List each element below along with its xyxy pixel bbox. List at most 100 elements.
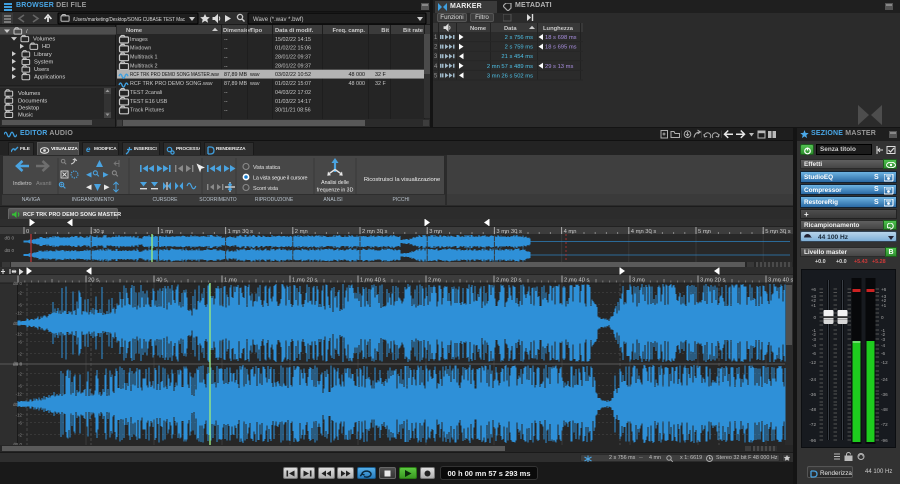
svg-text:1 mn: 1 mn: [160, 229, 173, 235]
svg-text:3 mn 30 s: 3 mn 30 s: [496, 229, 522, 235]
svg-text:-48: -48: [809, 407, 816, 412]
svg-text:Desktop: Desktop: [18, 105, 39, 111]
svg-text:30/11/21 08:56: 30/11/21 08:56: [275, 108, 311, 114]
svg-text:48 000: 48 000: [349, 72, 366, 78]
svg-text:2 s 756 ms: 2 s 756 ms: [505, 35, 533, 41]
svg-text:Nome: Nome: [126, 28, 143, 34]
svg-text:1 mn 30 s: 1 mn 30 s: [228, 229, 254, 235]
svg-text:Data: Data: [504, 26, 517, 32]
svg-text:Library: Library: [34, 52, 52, 58]
svg-text:RCF TRK PRO DEMO SONG MASTER.w: RCF TRK PRO DEMO SONG MASTER.wav: [130, 72, 219, 78]
svg-text:-24: -24: [809, 377, 816, 382]
svg-text:87,89 MB: 87,89 MB: [224, 81, 247, 87]
svg-text:15/02/22 14:15: 15/02/22 14:15: [275, 37, 311, 43]
svg-text:87,89 MB: 87,89 MB: [224, 72, 247, 78]
svg-text:4: 4: [434, 64, 438, 70]
svg-text:3 mn 26 s 502 ms: 3 mn 26 s 502 ms: [487, 73, 533, 79]
svg-text:2 mn 57 s 489 ms: 2 mn 57 s 489 ms: [487, 64, 533, 70]
svg-text:Music: Music: [18, 113, 33, 119]
svg-text:-6: -6: [18, 421, 22, 426]
svg-text:5 mn 30 s: 5 mn 30 s: [765, 229, 791, 235]
svg-text:-48: -48: [881, 407, 888, 412]
svg-text:TEST E16 USB: TEST E16 USB: [130, 99, 168, 105]
svg-text:-12: -12: [16, 332, 23, 337]
svg-text:1: 1: [434, 35, 438, 41]
svg-text:Multitrack 1: Multitrack 1: [130, 55, 158, 61]
svg-text:48 000: 48 000: [349, 81, 366, 87]
svg-text:Volumes: Volumes: [18, 91, 40, 97]
svg-text:Users: Users: [34, 67, 49, 73]
svg-text:01/03/22 14:17: 01/03/22 14:17: [275, 99, 311, 105]
svg-text:-6: -6: [18, 384, 22, 389]
svg-text:dB 0: dB 0: [5, 236, 15, 241]
svg-text:HD: HD: [42, 44, 50, 50]
svg-text:--: --: [224, 63, 228, 69]
svg-text:-3: -3: [812, 337, 817, 342]
svg-text:-96: -96: [809, 438, 816, 443]
svg-text:--: --: [224, 99, 228, 105]
svg-text:Wave (*.wav *.bwf): Wave (*.wav *.bwf): [253, 17, 303, 23]
svg-text:Data di modif.: Data di modif.: [275, 28, 314, 34]
svg-text:-2: -2: [18, 433, 22, 438]
svg-text:-36: -36: [881, 392, 888, 397]
svg-text:21 s 454 ms: 21 s 454 ms: [501, 54, 533, 60]
svg-text:Nome: Nome: [470, 26, 487, 32]
svg-text:--: --: [224, 55, 228, 61]
svg-text:--: --: [224, 90, 228, 96]
svg-text:2 s 759 ms: 2 s 759 ms: [505, 45, 533, 51]
svg-text:Applications: Applications: [34, 75, 65, 81]
svg-text:18 s 695 ms: 18 s 695 ms: [545, 45, 577, 51]
svg-text:dB 0: dB 0: [13, 362, 23, 367]
svg-text:dB 0: dB 0: [5, 248, 15, 253]
svg-text:04/03/22 17:02: 04/03/22 17:02: [275, 90, 311, 96]
svg-text:32 F: 32 F: [375, 81, 386, 87]
svg-text:3 mn: 3 mn: [429, 229, 442, 235]
svg-text:-12: -12: [809, 360, 816, 365]
svg-text:-6: -6: [18, 303, 22, 308]
svg-text:dB 0: dB 0: [13, 281, 23, 286]
svg-text:01/02/22 15:07: 01/02/22 15:07: [275, 81, 311, 87]
svg-text:5 mn: 5 mn: [698, 229, 711, 235]
svg-text:frequenze in 3D: frequenze in 3D: [317, 188, 354, 194]
svg-text:Analisi delle: Analisi delle: [321, 180, 349, 186]
svg-text:RCF TRK PRO DEMO SONG.wav: RCF TRK PRO DEMO SONG.wav: [130, 81, 213, 87]
svg-text:29 s 13 ms: 29 s 13 ms: [545, 64, 573, 70]
svg-text:Volumes: Volumes: [33, 37, 55, 43]
svg-text:-4: -4: [812, 343, 817, 348]
svg-text:2: 2: [434, 45, 438, 51]
svg-text:-6: -6: [881, 351, 886, 356]
svg-text:01/02/22 15:06: 01/02/22 15:06: [275, 46, 311, 52]
svg-text:Bit rate: Bit rate: [403, 28, 424, 34]
svg-text:3: 3: [434, 54, 438, 60]
svg-text:Images: Images: [130, 37, 148, 43]
svg-text:0: 0: [881, 315, 884, 320]
svg-text:-96: -96: [881, 438, 888, 443]
svg-text:2 mn: 2 mn: [295, 229, 308, 235]
svg-text:TEST 2canali: TEST 2canali: [130, 90, 162, 96]
svg-text:-72: -72: [881, 422, 888, 427]
svg-text:18 s 698 ms: 18 s 698 ms: [545, 35, 577, 41]
svg-text:-24: -24: [881, 377, 888, 382]
svg-text:28/01/22 09:37: 28/01/22 09:37: [275, 63, 311, 69]
svg-text:wav: wav: [249, 81, 260, 87]
svg-text:+6: +6: [811, 287, 817, 292]
svg-text:Tipo: Tipo: [250, 28, 263, 34]
svg-text:0: 0: [26, 229, 29, 235]
svg-text:-36: -36: [809, 392, 816, 397]
svg-text:03/02/22 10:52: 03/02/22 10:52: [275, 72, 311, 78]
svg-text:-72: -72: [809, 422, 816, 427]
svg-text:Ricostruisci la visualizzazion: Ricostruisci la visualizzazione: [364, 177, 440, 183]
svg-text:-6: -6: [812, 351, 817, 356]
svg-text:Bit: Bit: [381, 28, 389, 34]
svg-text:-12: -12: [16, 413, 23, 418]
svg-text:wav: wav: [249, 72, 260, 78]
svg-text:Vista statica: Vista statica: [253, 165, 280, 171]
svg-text:La vista segue il cursore: La vista segue il cursore: [253, 175, 308, 181]
svg-text:-12: -12: [16, 392, 23, 397]
svg-text:5: 5: [434, 73, 438, 79]
svg-text:-12: -12: [16, 311, 23, 316]
svg-text:/Users/marketing/Desktop/SONG: /Users/marketing/Desktop/SONG CUBASE TES…: [73, 17, 185, 23]
svg-text:Lunghezza: Lunghezza: [543, 26, 574, 32]
svg-text:30 s: 30 s: [93, 229, 104, 235]
svg-text:Indietro: Indietro: [13, 181, 32, 187]
